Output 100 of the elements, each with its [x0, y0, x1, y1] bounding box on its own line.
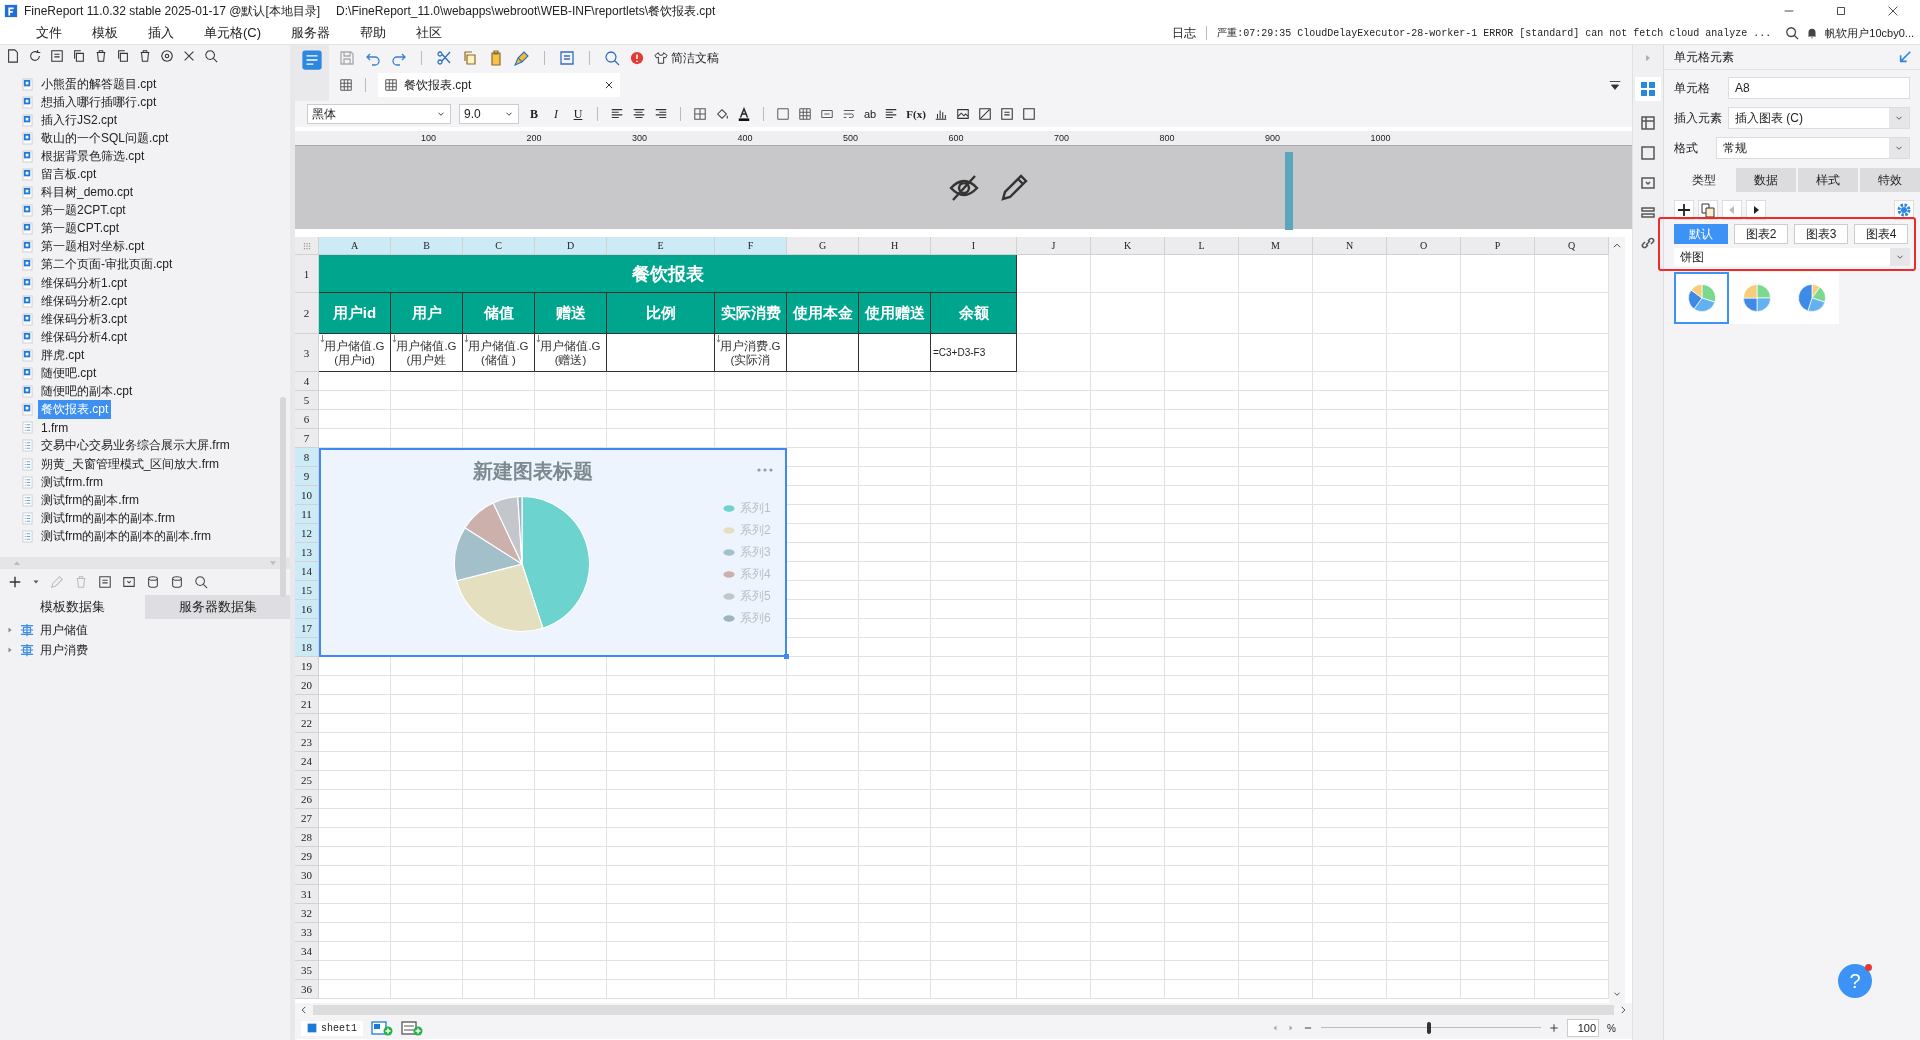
row-header[interactable]: 12 — [295, 524, 319, 543]
column-header[interactable]: P — [1461, 237, 1535, 255]
file-name[interactable]: 胖虎.cpt — [38, 345, 88, 365]
simple-doc-button[interactable]: 简洁文稿 — [654, 49, 719, 67]
style-button[interactable]: U — [571, 106, 585, 122]
frame-icon[interactable] — [1021, 107, 1036, 121]
dataset-tab[interactable]: 服务器数据集 — [145, 595, 290, 619]
formula-button[interactable]: F(x) — [906, 108, 926, 120]
file-name[interactable]: 维保码分析1.cpt — [38, 273, 130, 293]
more-icon[interactable] — [757, 468, 773, 472]
file-name[interactable]: 维保码分析4.cpt — [38, 327, 130, 347]
menu-item[interactable]: 文件 — [24, 24, 74, 42]
preview-icon[interactable] — [999, 107, 1014, 121]
collapse-arrow-icon[interactable] — [1898, 50, 1912, 64]
horizontal-scrollbar[interactable] — [313, 1005, 1614, 1015]
copy-icon[interactable] — [72, 49, 86, 63]
database-icon[interactable] — [170, 575, 184, 589]
menu-item[interactable]: 社区 — [404, 24, 455, 42]
column-header[interactable]: Q — [1535, 237, 1609, 255]
column-header[interactable]: F — [715, 237, 787, 255]
chart-style-option[interactable] — [1729, 272, 1784, 324]
row-header[interactable]: 1 — [295, 255, 319, 293]
file-name[interactable]: 想插入哪行插哪行.cpt — [38, 92, 160, 112]
row-header[interactable]: 17 — [295, 619, 319, 638]
row-header[interactable]: 28 — [295, 828, 319, 847]
dataset-name[interactable]: 用户储值 — [40, 621, 88, 639]
cell-info-icon[interactable] — [1640, 115, 1656, 131]
move-right-icon[interactable] — [1746, 200, 1766, 220]
font-select[interactable]: 黑体 — [307, 104, 451, 124]
align-left-icon[interactable] — [884, 107, 899, 121]
row-header[interactable]: 19 — [295, 657, 319, 676]
file-name[interactable]: 维保码分析3.cpt — [38, 309, 130, 329]
file-name[interactable]: 根据背景色筛选.cpt — [38, 146, 148, 166]
caret-icon[interactable] — [32, 578, 40, 586]
close-icon[interactable] — [1886, 4, 1900, 18]
zoom-slider-thumb[interactable] — [1426, 1022, 1431, 1034]
copy-icon[interactable] — [116, 49, 130, 63]
scroll-left-icon[interactable] — [299, 1005, 309, 1015]
file-name[interactable]: 测试frm的副本.frm — [38, 490, 142, 510]
style-button[interactable]: I — [549, 106, 563, 122]
search-document-icon[interactable] — [604, 50, 620, 66]
refresh-icon[interactable] — [28, 49, 42, 63]
column-header[interactable]: J — [1017, 237, 1091, 255]
search-icon[interactable] — [194, 575, 208, 589]
paste-icon[interactable] — [488, 50, 504, 66]
column-header[interactable]: O — [1387, 237, 1461, 255]
zoom-in-icon[interactable] — [1549, 1023, 1560, 1033]
column-header[interactable]: B — [391, 237, 463, 255]
dropdown-icon[interactable] — [1608, 78, 1622, 92]
menu-item[interactable]: 帮助 — [348, 24, 399, 42]
brush-icon[interactable] — [514, 50, 530, 66]
row-header[interactable]: 9 — [295, 467, 319, 486]
copy-icon[interactable] — [1698, 200, 1718, 220]
row-header[interactable]: 25 — [295, 771, 319, 790]
database-icon[interactable] — [146, 575, 160, 589]
maximize-icon[interactable] — [1834, 4, 1848, 18]
file-name[interactable]: 维保码分析2.cpt — [38, 291, 130, 311]
zoom-field[interactable]: 100 — [1567, 1019, 1600, 1037]
dataset-name[interactable]: 用户消费 — [40, 641, 88, 659]
column-header[interactable]: H — [859, 237, 931, 255]
file-name[interactable]: 朔黄_天窗管理模式_区间放大.frm — [38, 454, 222, 474]
search-icon[interactable] — [1785, 26, 1800, 40]
row-header[interactable]: 35 — [295, 961, 319, 980]
link-icon[interactable] — [1640, 235, 1656, 251]
file-name[interactable]: 测试frm的副本的副本.frm — [38, 508, 178, 528]
column-header[interactable]: N — [1313, 237, 1387, 255]
file-name[interactable]: 第一题相对坐标.cpt — [38, 237, 148, 257]
row-header[interactable]: 4 — [295, 372, 319, 391]
row-header[interactable]: 27 — [295, 809, 319, 828]
file-icon[interactable] — [6, 49, 20, 63]
grid-icon[interactable] — [798, 107, 812, 121]
row-header[interactable]: 8 — [295, 448, 319, 467]
row-header[interactable]: 30 — [295, 866, 319, 885]
preview-icon[interactable] — [50, 49, 64, 63]
fill-bucket-icon[interactable] — [715, 107, 729, 121]
font-size-select[interactable]: 9.0 — [459, 104, 519, 124]
row-header[interactable]: 21 — [295, 695, 319, 714]
file-name[interactable]: 第二个页面-审批页面.cpt — [38, 255, 176, 275]
panel-tab[interactable]: 样式 — [1798, 168, 1858, 192]
file-name[interactable]: 插入行JS2.cpt — [38, 110, 121, 130]
window-icon[interactable] — [1640, 175, 1656, 191]
text-tool-button[interactable]: ab — [864, 108, 877, 120]
font-color-icon[interactable] — [737, 107, 751, 121]
row-header[interactable]: 22 — [295, 714, 319, 733]
row-header[interactable]: 15 — [295, 581, 319, 600]
zoom-slider[interactable] — [1321, 1021, 1542, 1035]
row-header[interactable]: 5 — [295, 391, 319, 410]
frame-icon[interactable] — [776, 107, 790, 121]
slash-icon[interactable] — [977, 107, 992, 121]
header-marker[interactable] — [1285, 152, 1293, 230]
merge-icon[interactable] — [820, 107, 834, 121]
row-header[interactable]: 2 — [295, 293, 319, 334]
preview-icon[interactable] — [559, 50, 575, 66]
layers-icon[interactable] — [1640, 205, 1656, 221]
scroll-up-icon[interactable] — [1612, 241, 1622, 251]
row-header[interactable]: 11 — [295, 505, 319, 524]
search-icon[interactable] — [204, 49, 218, 63]
close-icon[interactable] — [604, 80, 614, 90]
file-name[interactable]: 留言板.cpt — [38, 165, 100, 184]
menu-item[interactable]: 模板 — [80, 24, 130, 42]
